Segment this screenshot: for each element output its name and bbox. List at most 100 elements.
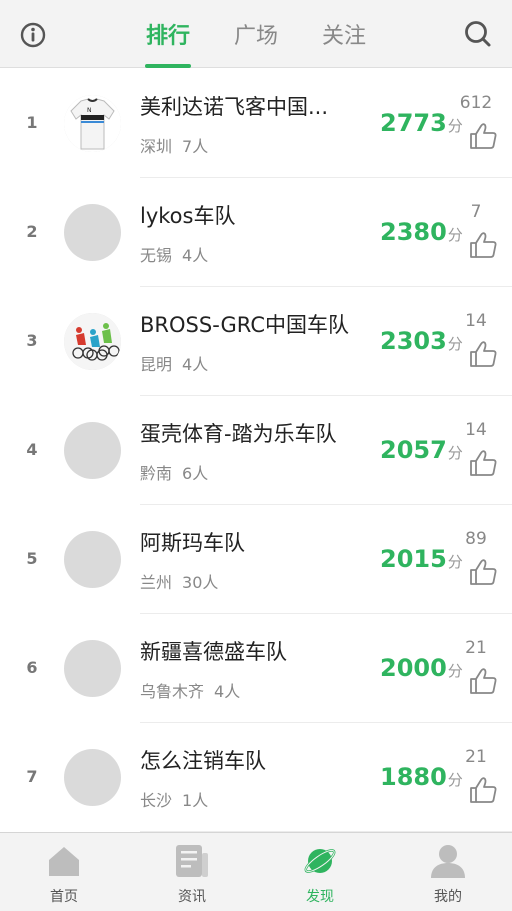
team-member-count: 4人 <box>214 682 241 701</box>
team-score: 2303分 <box>380 327 463 355</box>
score-value: 2303 <box>380 327 447 355</box>
thumbs-up-icon[interactable] <box>468 339 498 369</box>
tab-square[interactable]: 广场 <box>221 18 291 50</box>
cyclists-image <box>64 313 121 370</box>
thumbs-up-icon[interactable] <box>468 448 498 478</box>
like-count: 7 <box>470 202 482 222</box>
like-count: 21 <box>465 638 487 658</box>
team-avatar[interactable] <box>64 749 121 806</box>
profile-icon <box>431 845 465 878</box>
team-score: 1880分 <box>380 763 463 791</box>
like-count: 612 <box>459 93 493 113</box>
team-ranking-list: 1 N 美利达诺飞客中国... 深圳 7人 2773分 612 2 lykos车队 无锡 4人 238… <box>0 69 512 832</box>
rank-number: 2 <box>26 222 38 241</box>
score-unit: 分 <box>447 662 463 680</box>
team-avatar[interactable]: N <box>64 95 121 152</box>
team-name[interactable]: 新疆喜德盛车队 <box>140 636 287 666</box>
team-name[interactable]: 蛋壳体育-踏为乐车队 <box>140 418 337 448</box>
search-icon[interactable] <box>462 18 494 50</box>
thumbs-up-icon[interactable] <box>468 666 498 696</box>
like-count: 89 <box>465 529 487 549</box>
score-unit: 分 <box>447 553 463 571</box>
team-row[interactable]: 5 阿斯玛车队 兰州 30人 2015分 89 <box>0 505 512 614</box>
rank-number: 1 <box>26 113 38 132</box>
score-unit: 分 <box>447 335 463 353</box>
team-meta: 昆明 4人 <box>140 351 208 375</box>
team-row[interactable]: 1 N 美利达诺飞客中国... 深圳 7人 2773分 612 <box>0 69 512 178</box>
team-name[interactable]: BROSS-GRC中国车队 <box>140 309 349 339</box>
score-value: 2380 <box>380 218 447 246</box>
thumbs-up-icon[interactable] <box>468 557 498 587</box>
team-member-count: 1人 <box>182 791 209 810</box>
team-avatar[interactable] <box>64 204 121 261</box>
score-value: 1880 <box>380 763 447 791</box>
team-city: 兰州 <box>140 573 173 592</box>
nav-discover-label: 发现 <box>306 889 334 905</box>
team-city: 黔南 <box>140 464 173 483</box>
score-value: 2773 <box>380 109 447 137</box>
team-row[interactable]: 7 怎么注销车队长沙 1人 1880分 21 <box>0 723 512 832</box>
team-avatar[interactable] <box>64 422 121 479</box>
team-city: 深圳 <box>140 137 173 156</box>
score-unit: 分 <box>447 117 463 135</box>
home-icon <box>49 847 79 876</box>
score-value: 2057 <box>380 436 447 464</box>
team-meta: 长沙 1人 <box>140 787 208 811</box>
team-member-count: 30人 <box>182 573 219 592</box>
team-city: 长沙 <box>140 791 173 810</box>
team-name[interactable]: 阿斯玛车队 <box>140 527 245 557</box>
team-name[interactable]: 怎么注销车队 <box>140 745 266 775</box>
nav-home[interactable]: 首页 <box>0 833 128 911</box>
thumbs-up-icon[interactable] <box>468 775 498 805</box>
rank-number: 3 <box>26 331 38 350</box>
team-city: 乌鲁木齐 <box>140 682 205 701</box>
nav-news-label: 资讯 <box>178 889 206 905</box>
nav-home-label: 首页 <box>50 889 78 905</box>
thumbs-up-icon[interactable] <box>468 121 498 151</box>
team-row[interactable]: 3 BROSS-GRC中国车队 昆明 4人 2303分 14 <box>0 287 512 396</box>
score-unit: 分 <box>447 226 463 244</box>
score-unit: 分 <box>447 444 463 462</box>
nav-profile-label: 我的 <box>434 889 462 905</box>
team-score: 2000分 <box>380 654 463 682</box>
like-count: 14 <box>465 420 487 440</box>
team-meta: 黔南 6人 <box>140 460 208 484</box>
rank-number: 4 <box>26 440 38 459</box>
top-header: 排行 广场 关注 <box>0 0 512 68</box>
team-member-count: 4人 <box>182 246 209 265</box>
team-meta: 乌鲁木齐 4人 <box>140 678 240 702</box>
score-value: 2015 <box>380 545 447 573</box>
jersey-image: N <box>64 95 121 152</box>
team-name[interactable]: 美利达诺飞客中国... <box>140 91 328 121</box>
team-city: 无锡 <box>140 246 173 265</box>
bottom-nav: 首页 资讯 发现 我的 <box>0 832 512 911</box>
news-icon <box>176 845 208 877</box>
team-row[interactable]: 2 lykos车队 无锡 4人 2380分 7 <box>0 178 512 287</box>
team-meta: 无锡 4人 <box>140 242 208 266</box>
team-row[interactable]: 4 蛋壳体育-踏为乐车队黔南 6人 2057分 14 <box>0 396 512 505</box>
nav-discover[interactable]: 发现 <box>256 833 384 911</box>
nav-profile[interactable]: 我的 <box>384 833 512 911</box>
team-city: 昆明 <box>140 355 173 374</box>
discover-icon <box>304 849 336 873</box>
nav-news[interactable]: 资讯 <box>128 833 256 911</box>
team-meta: 深圳 7人 <box>140 133 208 157</box>
team-avatar[interactable] <box>64 640 121 697</box>
team-name[interactable]: lykos车队 <box>140 200 235 230</box>
score-unit: 分 <box>447 771 463 789</box>
score-value: 2000 <box>380 654 447 682</box>
tab-following[interactable]: 关注 <box>309 18 379 50</box>
active-tab-indicator <box>145 64 191 68</box>
team-avatar[interactable] <box>64 531 121 588</box>
thumbs-up-icon[interactable] <box>468 230 498 260</box>
team-score: 2380分 <box>380 218 463 246</box>
team-member-count: 7人 <box>182 137 209 156</box>
team-score: 2015分 <box>380 545 463 573</box>
team-avatar[interactable] <box>64 313 121 370</box>
rank-number: 7 <box>26 767 38 786</box>
like-count: 21 <box>465 747 487 767</box>
team-member-count: 4人 <box>182 355 209 374</box>
team-score: 2773分 <box>380 109 463 137</box>
team-row[interactable]: 6 新疆喜德盛车队 乌鲁木齐 4人 2000分 21 <box>0 614 512 723</box>
tab-ranking[interactable]: 排行 <box>133 18 203 50</box>
